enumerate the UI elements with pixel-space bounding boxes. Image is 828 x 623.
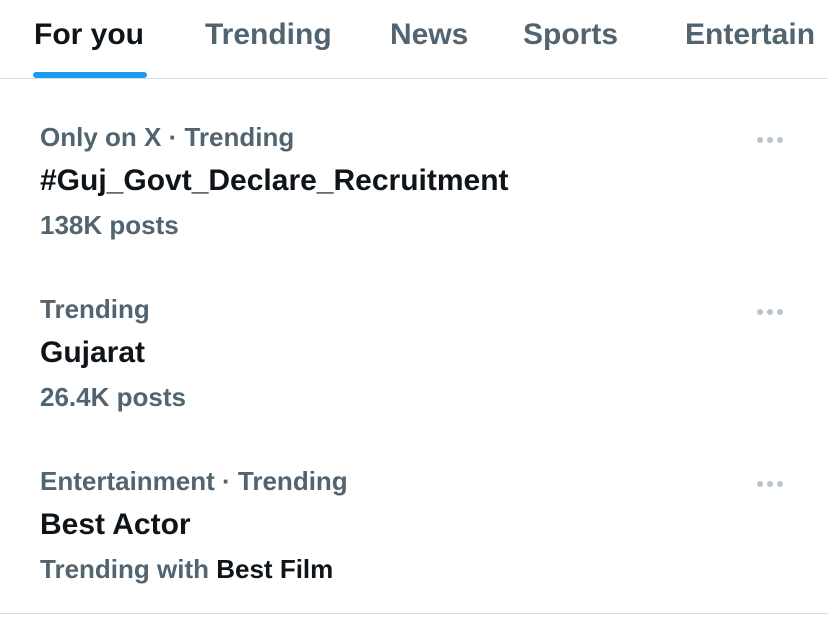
trend-post-count: 26.4K posts [40,382,186,412]
tab-for-you[interactable]: For you [34,15,144,55]
trending-with-topic[interactable]: Best Film [216,554,333,584]
trend-name: Best Actor [40,508,191,541]
trend-item[interactable]: Entertainment · Trending Best Actor Tren… [0,438,828,610]
active-tab-indicator [33,72,147,78]
trend-context: Trending [40,294,150,324]
trend-item[interactable]: Trending Gujarat 26.4K posts [0,266,828,438]
more-horizontal-icon[interactable] [748,284,792,320]
trend-name: #Guj_Govt_Declare_Recruitment [40,164,509,197]
section-divider [0,613,828,614]
trending-with-label: Trending with [40,554,209,584]
trending-with: Trending with Best Film [40,553,333,585]
more-horizontal-icon[interactable] [748,456,792,492]
explore-tab-bar: For you Trending News Sports Entertain [0,0,828,79]
tab-sports[interactable]: Sports [523,15,618,55]
trend-context: Entertainment · Trending [40,466,348,496]
trend-item[interactable]: Only on X · Trending #Guj_Govt_Declare_R… [0,94,828,266]
more-horizontal-icon[interactable] [748,112,792,148]
trend-name: Gujarat [40,336,146,369]
tab-trending[interactable]: Trending [205,15,332,55]
tab-entertainment[interactable]: Entertain [685,15,815,55]
tab-news[interactable]: News [390,15,468,55]
trend-context: Only on X · Trending [40,122,295,152]
trend-post-count: 138K posts [40,210,179,240]
